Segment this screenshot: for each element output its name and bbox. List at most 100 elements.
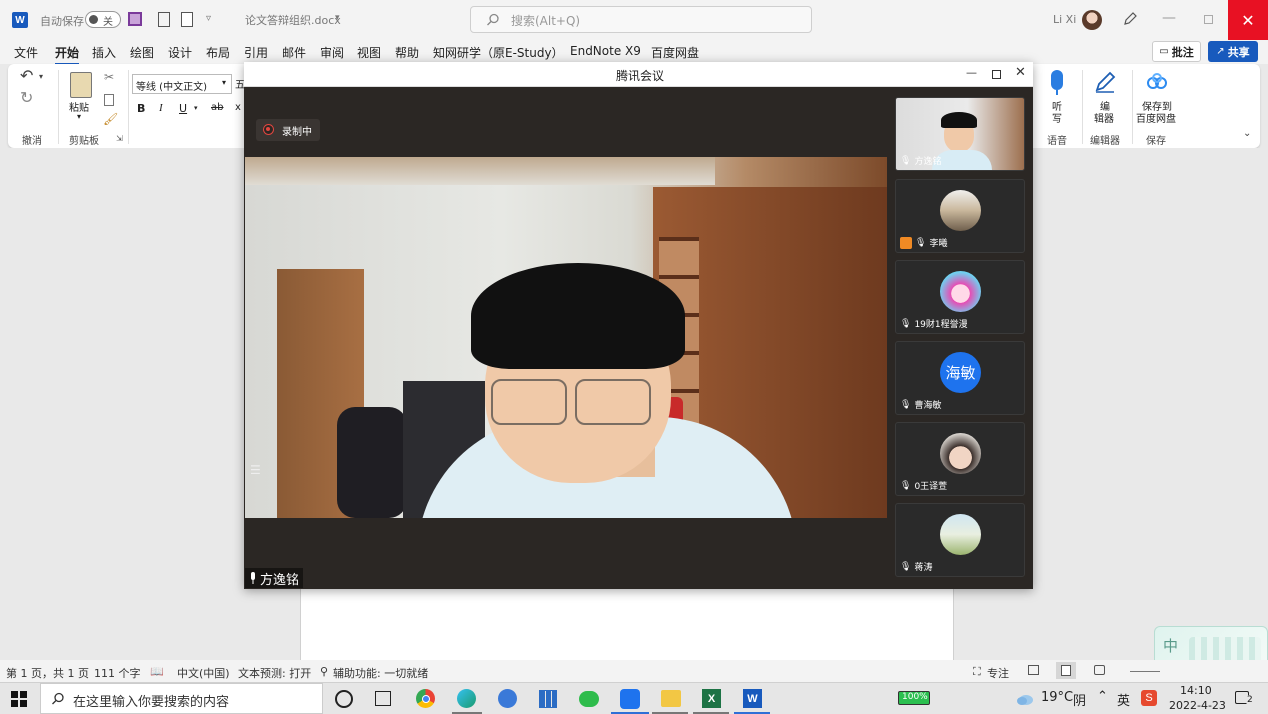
editor-label-2[interactable]: 辑器 (1094, 110, 1114, 125)
zoom-slider[interactable] (1130, 671, 1160, 672)
document-page[interactable] (300, 588, 954, 660)
format-painter-icon[interactable]: 🖌 (103, 112, 118, 126)
paste-dropdown-icon[interactable]: ▾ (77, 112, 81, 121)
main-speaker-video[interactable]: ☰ (245, 157, 887, 518)
meeting-maximize-icon[interactable] (992, 70, 1001, 79)
tab-baidu[interactable]: 百度网盘 (651, 44, 699, 61)
excel-icon[interactable]: X (702, 689, 721, 708)
language-indicator[interactable]: 中文(中国) (177, 665, 230, 681)
tab-help[interactable]: 帮助 (395, 44, 419, 61)
new-document-icon[interactable] (181, 12, 193, 27)
edge-icon[interactable] (457, 689, 476, 708)
user-avatar[interactable] (1082, 10, 1102, 30)
proofing-book-icon[interactable]: 📖 (150, 665, 164, 678)
chrome-icon[interactable] (416, 689, 435, 708)
file-explorer-icon[interactable] (661, 690, 681, 707)
cortana-icon[interactable] (335, 690, 353, 708)
doc-name-chevron-down-icon[interactable]: ▾ (335, 13, 340, 23)
sogou-browser-icon[interactable] (498, 689, 517, 708)
cut-icon[interactable]: ✂ (104, 70, 114, 84)
weather-condition[interactable]: 阴 (1073, 690, 1086, 709)
autosave-toggle[interactable]: 关 (85, 11, 121, 28)
pen-icon[interactable] (1122, 11, 1138, 27)
participant-tile[interactable]: 🎙 19财1程誉漫 (895, 260, 1025, 334)
document-name[interactable]: 论文答辩组织.docx (245, 12, 341, 28)
tab-layout[interactable]: 布局 (206, 44, 230, 61)
meeting-minimize-icon[interactable]: — (966, 66, 977, 79)
recording-indicator[interactable]: 录制中 (256, 119, 320, 141)
print-preview-icon[interactable] (158, 12, 170, 27)
task-view-icon[interactable] (375, 691, 391, 706)
copy-icon[interactable] (104, 94, 114, 106)
underline-button[interactable]: U (179, 102, 187, 115)
subscript-icon[interactable]: x (235, 102, 241, 113)
italic-button[interactable]: I (159, 102, 163, 114)
video-backpack (337, 407, 407, 518)
collapse-ribbon-chevron-icon[interactable]: ⌄ (1243, 128, 1251, 139)
share-button[interactable]: ↗ 共享 (1208, 41, 1258, 62)
minimize-icon[interactable]: — (1162, 10, 1176, 26)
page-count[interactable]: 第 1 页，共 1 页 (6, 665, 89, 681)
word-taskbar-icon[interactable]: W (743, 689, 762, 708)
calculator-grid-icon[interactable] (539, 690, 557, 708)
tab-references[interactable]: 引用 (244, 44, 268, 61)
underline-dropdown-icon[interactable]: ▾ (194, 104, 198, 112)
tab-review[interactable]: 审阅 (320, 44, 344, 61)
redo-icon[interactable]: ↻ (20, 88, 33, 107)
participant-tile[interactable]: 🎙 0王译萱 (895, 422, 1025, 496)
tray-chevron-up-icon[interactable]: ⌃ (1097, 689, 1108, 704)
read-mode-icon[interactable] (1028, 665, 1039, 675)
tab-design[interactable]: 设计 (168, 44, 192, 61)
ime-mode-indicator[interactable]: 英 (1117, 690, 1130, 709)
start-button[interactable] (10, 690, 28, 708)
word-count[interactable]: 111 个字 (94, 665, 141, 681)
clock-time[interactable]: 14:10 (1180, 684, 1212, 697)
undo-dropdown-icon[interactable]: ▾ (39, 72, 43, 81)
video-sidebar-toggle-icon[interactable]: ☰ (250, 463, 266, 479)
battery-indicator[interactable]: 100% (898, 691, 930, 705)
undo-icon[interactable]: ↶ (20, 66, 33, 85)
tab-view[interactable]: 视图 (357, 44, 381, 61)
tab-endnote[interactable]: EndNote X9 (570, 44, 641, 58)
baidu-cloud-icon[interactable] (1146, 73, 1168, 91)
dictate-label-2[interactable]: 写 (1052, 110, 1062, 125)
user-name[interactable]: Li Xi (1053, 13, 1076, 26)
accessibility-status[interactable]: 辅助功能: 一切就绪 (333, 665, 428, 681)
comments-button[interactable]: ▭ 批注 (1152, 41, 1201, 62)
weather-cloud-icon[interactable] (1016, 692, 1034, 706)
tencent-meeting-icon[interactable] (620, 689, 640, 709)
font-name-select[interactable]: 等线 (中文正文) ▾ (132, 74, 232, 94)
sogou-ime-icon[interactable]: S (1141, 690, 1157, 706)
paste-icon[interactable] (70, 72, 92, 98)
participant-tile[interactable]: 🎙 李曦 (895, 179, 1025, 253)
participant-tile[interactable]: 🎙 蒋涛 (895, 503, 1025, 577)
weather-temperature[interactable]: 19°C (1041, 690, 1073, 705)
tab-draw[interactable]: 绘图 (130, 44, 154, 61)
tab-cnki[interactable]: 知网研学（原E-Study） (433, 44, 564, 61)
focus-icon[interactable]: ⛶ (973, 665, 981, 679)
microphone-icon[interactable] (1051, 70, 1063, 90)
restore-icon[interactable] (1204, 15, 1213, 24)
taskbar-search-box[interactable]: 在这里输入你要搜索的内容 (40, 683, 323, 714)
save-to-baidu-label-2[interactable]: 百度网盘 (1136, 110, 1176, 125)
quick-access-dropdown-icon[interactable]: ▿ (206, 13, 211, 24)
tab-insert[interactable]: 插入 (92, 44, 116, 61)
search-box[interactable]: 搜索(Alt+Q) (470, 6, 812, 33)
meeting-close-icon[interactable]: ✕ (1015, 65, 1026, 80)
participant-tile[interactable]: 🎙 方逸铭 (895, 97, 1025, 171)
save-icon[interactable] (128, 12, 142, 26)
tab-mailings[interactable]: 邮件 (282, 44, 306, 61)
text-prediction[interactable]: 文本预测: 打开 (238, 665, 311, 681)
close-button[interactable]: ✕ (1228, 0, 1268, 40)
bold-button[interactable]: B (137, 102, 145, 115)
tab-file[interactable]: 文件 (14, 44, 38, 61)
clock-date[interactable]: 2022-4-23 (1169, 699, 1226, 712)
focus-mode[interactable]: 专注 (987, 665, 1009, 681)
participant-tile[interactable]: 海敏 🎙 曹海敏 (895, 341, 1025, 415)
strikethrough-button[interactable]: ab (211, 102, 223, 113)
tab-home[interactable]: 开始 (55, 44, 80, 65)
clipboard-launcher-icon[interactable]: ⇲ (116, 134, 123, 143)
editor-icon[interactable] (1093, 70, 1117, 94)
web-layout-icon[interactable] (1094, 665, 1105, 675)
wechat-icon[interactable] (579, 691, 599, 707)
